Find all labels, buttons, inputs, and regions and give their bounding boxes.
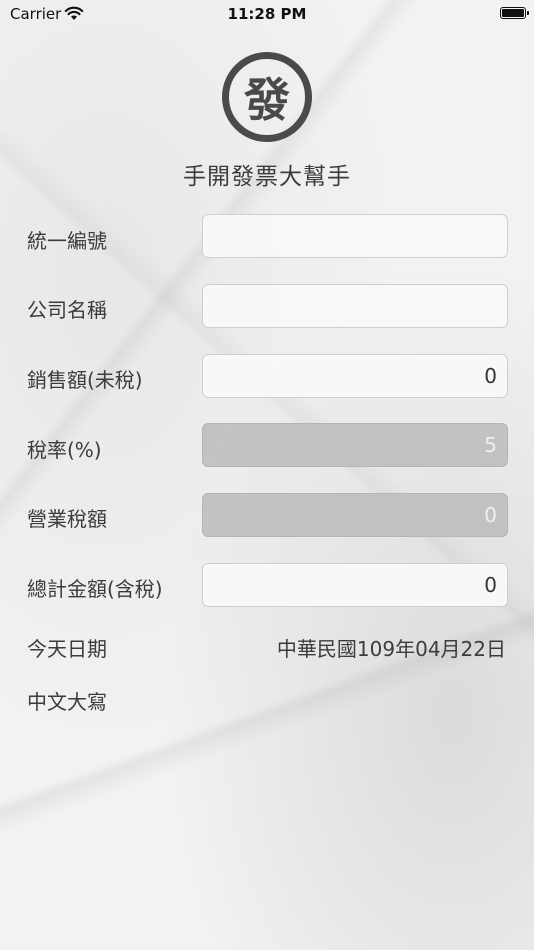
status-time: 11:28 PM <box>227 5 307 23</box>
business-tax-field: 0 <box>202 493 508 537</box>
total-amount-label: 總計金額(含稅) <box>27 577 163 601</box>
tax-rate-field: 5 <box>202 423 508 467</box>
tax-id-input[interactable] <box>202 214 508 258</box>
sales-amount-label: 銷售額(未稅) <box>27 368 143 392</box>
today-date-label: 今天日期 <box>27 637 107 661</box>
sales-amount-input[interactable]: 0 <box>202 354 508 398</box>
company-name-input[interactable] <box>202 284 508 328</box>
tax-rate-label: 稅率(%) <box>27 438 102 462</box>
company-name-label: 公司名稱 <box>27 298 107 322</box>
chinese-capital-label: 中文大寫 <box>27 690 107 714</box>
logo-character: 發 <box>244 73 290 127</box>
battery-icon <box>500 7 529 19</box>
battery-tip <box>527 11 529 15</box>
status-bar: Carrier 11:28 PM <box>0 0 534 30</box>
battery-level <box>502 9 524 17</box>
app-title: 手開發票大幫手 <box>183 164 351 190</box>
tax-id-label: 統一編號 <box>27 229 107 253</box>
app-logo: 發 <box>222 52 312 142</box>
today-date-value: 中華民國109年04月22日 <box>276 637 506 661</box>
business-tax-label: 營業稅額 <box>27 507 107 531</box>
total-amount-input[interactable]: 0 <box>202 563 508 607</box>
